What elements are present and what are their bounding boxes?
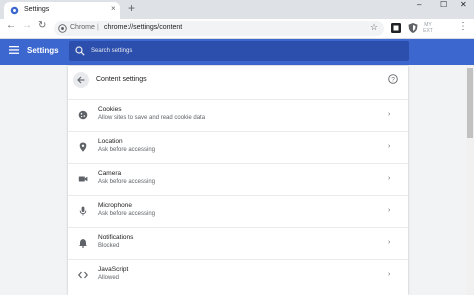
row-title: JavaScript [98, 266, 129, 273]
chevron-right-icon: › [388, 271, 391, 278]
reload-button[interactable]: ↻ [38, 20, 46, 32]
row-title: Camera [98, 170, 122, 177]
row-subtitle: Allowed [98, 275, 120, 281]
chrome-logo-icon [58, 24, 67, 33]
bell-icon [79, 239, 87, 248]
camera-icon [78, 176, 88, 182]
extension-badge-icon[interactable]: MY EXT [422, 22, 434, 34]
svg-text:?: ? [391, 76, 395, 83]
search-input[interactable]: Search settings [91, 46, 132, 56]
chevron-right-icon: › [388, 111, 391, 118]
url-separator: | [97, 24, 99, 31]
forward-button[interactable]: → [22, 20, 32, 32]
row-title: Location [98, 138, 123, 145]
row-title: Notifications [98, 234, 134, 241]
settings-title: Settings [27, 46, 59, 55]
chevron-right-icon: › [388, 239, 391, 246]
extension-shield-icon[interactable] [407, 22, 419, 34]
window-close-button[interactable]: ✕ [460, 0, 467, 10]
setting-row-location[interactable]: Location Ask before accessing › [68, 131, 408, 164]
row-subtitle: Blocked [98, 243, 120, 249]
setting-row-camera[interactable]: Camera Ask before accessing › [68, 163, 408, 196]
chevron-right-icon: › [388, 207, 391, 214]
settings-header: Settings Search settings [0, 39, 474, 65]
code-icon [78, 271, 88, 279]
hamburger-menu-icon[interactable] [9, 46, 19, 54]
bookmark-star-icon[interactable]: ☆ [370, 22, 378, 33]
row-title: Cookies [98, 106, 122, 113]
row-subtitle: Allow sites to save and read cookie data [98, 115, 206, 121]
row-subtitle: Ask before accessing [98, 179, 156, 185]
search-icon [75, 46, 85, 56]
tab-close-icon[interactable]: × [111, 4, 116, 14]
setting-row-javascript[interactable]: JavaScript Allowed › [68, 259, 408, 292]
search-settings-box[interactable]: Search settings [69, 41, 409, 61]
microphone-icon [79, 206, 87, 216]
scrollbar[interactable] [466, 65, 474, 295]
page-title: Content settings [96, 76, 147, 83]
back-arrow-icon [77, 76, 85, 84]
new-tab-button[interactable]: + [128, 1, 135, 15]
chevron-right-icon: › [388, 175, 391, 182]
address-bar[interactable]: Chrome | chrome://settings/content ☆ [54, 21, 384, 36]
content-settings-card: Content settings ? Cookies Allow sites t… [68, 66, 408, 295]
back-button[interactable]: ← [6, 20, 16, 32]
setting-row-notifications[interactable]: Notifications Blocked › [68, 227, 408, 260]
setting-row-cookies[interactable]: Cookies Allow sites to save and read coo… [68, 99, 408, 132]
help-icon[interactable]: ? [388, 74, 398, 84]
row-subtitle: Ask before accessing [98, 211, 156, 217]
row-title: Microphone [98, 202, 132, 209]
settings-gear-icon [10, 6, 19, 15]
tab-settings[interactable]: Settings × [4, 2, 120, 19]
tab-title: Settings [24, 6, 50, 13]
browser-menu-icon[interactable]: ⋮ [458, 21, 468, 33]
extension-square-icon[interactable] [390, 22, 402, 34]
chevron-right-icon: › [388, 143, 391, 150]
row-subtitle: Ask before accessing [98, 147, 156, 153]
cookie-icon [78, 110, 88, 120]
site-chip: Chrome [70, 24, 95, 31]
setting-row-microphone[interactable]: Microphone Ask before accessing › [68, 195, 408, 228]
window-maximize-button[interactable]: ☐ [440, 0, 447, 10]
location-icon [79, 142, 87, 152]
window-minimize-button[interactable]: – [417, 0, 421, 10]
back-arrow-button[interactable] [73, 72, 89, 88]
url-text[interactable]: chrome://settings/content [104, 23, 182, 33]
scrollbar-thumb[interactable] [467, 68, 473, 138]
